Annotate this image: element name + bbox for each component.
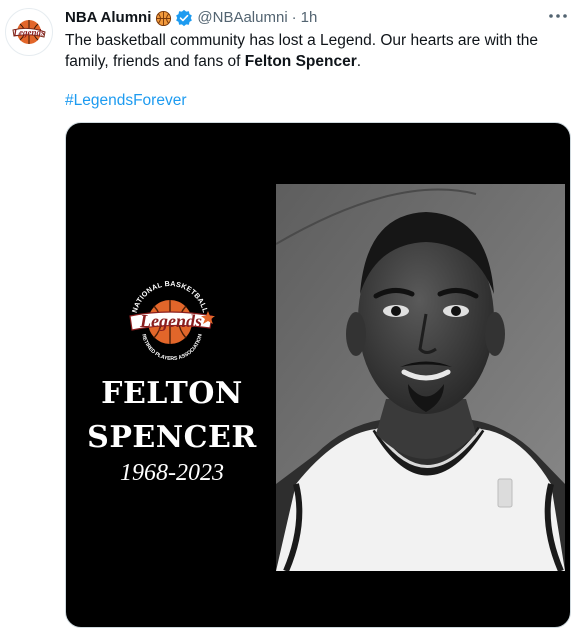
tweet-text: The basketball community has lost a Lege…	[65, 30, 565, 72]
tweet-media[interactable]: NATIONAL BASKETBALL Legends RETIRED PLAY…	[65, 122, 571, 628]
more-options-button[interactable]	[546, 6, 570, 26]
player-photo	[276, 184, 565, 571]
legends-logo: NATIONAL BASKETBALL Legends RETIRED PLAY…	[122, 278, 222, 368]
handle[interactable]: @NBAalumni	[197, 8, 287, 28]
tweet-text-end: .	[356, 53, 362, 70]
hashtag-link[interactable]: #LegendsForever	[65, 90, 187, 111]
basketball-icon	[156, 10, 172, 26]
memorial-first-name: FELTON	[101, 376, 243, 411]
verified-badge-icon[interactable]	[175, 9, 193, 27]
tweet[interactable]: Legends NBA Alumni @NBAalumni · 1h The b…	[0, 0, 578, 632]
memorial-years: 1968-2023	[120, 460, 224, 486]
more-horizontal-icon	[549, 14, 567, 18]
player-portrait-image	[276, 184, 565, 571]
timestamp[interactable]: 1h	[301, 8, 318, 28]
svg-text:Legends: Legends	[13, 28, 45, 38]
legends-association-logo-icon: NATIONAL BASKETBALL Legends RETIRED PLAY…	[129, 279, 215, 362]
legends-logo-icon: Legends	[12, 20, 46, 44]
memorial-last-name: SPENCER	[87, 420, 257, 455]
separator-dot: ·	[291, 9, 297, 26]
display-name[interactable]: NBA Alumni	[65, 8, 151, 28]
avatar[interactable]: Legends	[5, 8, 53, 56]
tweet-header: NBA Alumni @NBAalumni · 1h	[65, 8, 568, 28]
logo-script-text: Legends	[139, 311, 202, 331]
tweet-text-bold-name: Felton Spencer	[244, 53, 357, 70]
